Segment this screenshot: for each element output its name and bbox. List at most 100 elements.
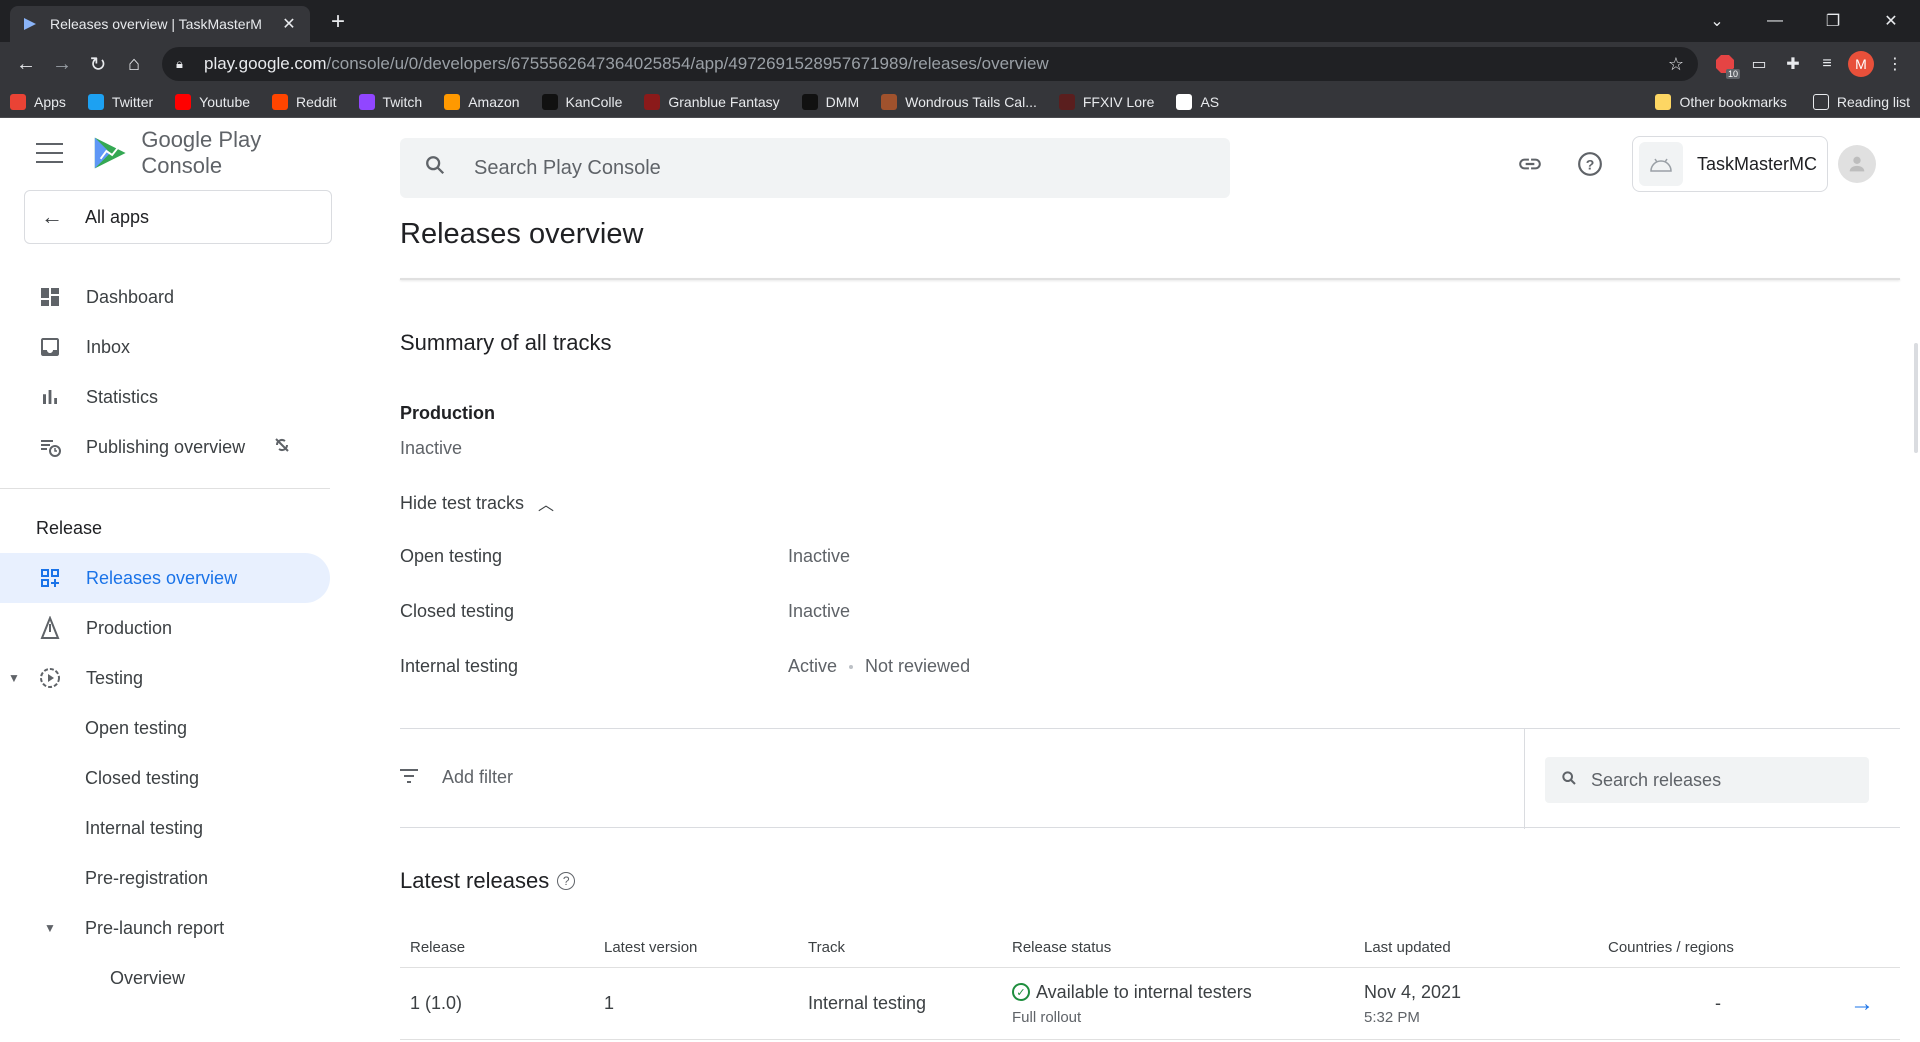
hide-tracks-label: Hide test tracks <box>400 492 525 513</box>
all-apps-button[interactable]: ← All apps <box>24 190 332 244</box>
bookmark-item[interactable]: KanColle <box>541 93 623 110</box>
bookmark-item[interactable]: Amazon <box>444 93 520 110</box>
lock-icon[interactable]: 🔒︎ <box>176 56 190 72</box>
releases-table: Release Latest version Track Release sta… <box>400 928 1900 1040</box>
app-switcher[interactable]: TaskMasterMC <box>1631 136 1828 192</box>
cc-extension-icon[interactable]: ▭ <box>1742 47 1776 81</box>
minimize-button[interactable]: — <box>1746 0 1804 42</box>
amazon-icon <box>444 93 461 110</box>
column-header[interactable]: Last updated <box>1364 939 1608 956</box>
nav-publishing-overview[interactable]: Publishing overview <box>0 422 340 472</box>
play-console-favicon <box>24 18 36 30</box>
puzzle-extensions-icon[interactable]: ✚ <box>1776 47 1810 81</box>
nav-pre-launch-report[interactable]: ▼ Pre-launch report <box>0 903 340 953</box>
apps-grid-icon <box>10 93 26 110</box>
add-filter-label: Add filter <box>442 767 514 787</box>
nav-open-testing[interactable]: Open testing <box>0 703 340 753</box>
column-header[interactable]: Countries / regions <box>1608 939 1828 956</box>
release-status: Available to internal testers <box>1036 981 1252 1002</box>
hide-test-tracks-toggle[interactable]: Hide test tracks ︿ <box>400 491 554 515</box>
bookmark-item[interactable]: Wondrous Tails Cal... <box>881 93 1037 110</box>
nav-label: Statistics <box>86 386 159 407</box>
last-updated-cell: Nov 4, 2021 5:32 PM <box>1364 982 1608 1026</box>
nav-label: Releases overview <box>86 567 238 588</box>
user-avatar[interactable] <box>1838 145 1876 183</box>
search-releases-placeholder: Search releases <box>1591 769 1722 790</box>
search-releases-input[interactable]: Search releases <box>1545 757 1869 803</box>
forward-button[interactable]: → <box>44 46 80 82</box>
nav-overview[interactable]: Overview <box>0 953 340 1003</box>
bookmark-label: Youtube <box>199 93 251 110</box>
close-window-button[interactable]: ✕ <box>1862 0 1920 42</box>
bookmark-item[interactable]: Granblue Fantasy <box>644 93 780 110</box>
expand-caret-icon[interactable]: ▼ <box>44 921 56 935</box>
bookmark-label: Granblue Fantasy <box>668 93 780 110</box>
filter-separator <box>1524 729 1525 829</box>
bar-chart-icon <box>36 383 64 411</box>
home-button[interactable]: ⌂ <box>116 46 152 82</box>
testing-icon <box>36 664 64 692</box>
as-icon <box>1176 93 1193 110</box>
search-play-console[interactable]: Search Play Console <box>400 138 1230 198</box>
nav-pre-registration[interactable]: Pre-registration <box>0 853 340 903</box>
column-header[interactable]: Release status <box>1012 939 1364 956</box>
nav-inbox[interactable]: Inbox <box>0 322 340 372</box>
help-icon[interactable]: ? <box>1574 148 1606 180</box>
twitch-icon <box>358 93 375 110</box>
bookmark-label: KanColle <box>565 93 623 110</box>
nav-dashboard[interactable]: Dashboard <box>0 272 340 322</box>
sync-off-icon[interactable] <box>272 435 292 460</box>
add-filter-button[interactable]: Add filter <box>400 767 513 788</box>
production-label: Production <box>400 403 495 423</box>
nav-testing[interactable]: ▼ Testing <box>0 653 340 703</box>
browser-menu-icon[interactable]: ⋮ <box>1878 47 1912 81</box>
nav-internal-testing[interactable]: Internal testing <box>0 803 340 853</box>
bookmark-item[interactable]: FFXIV Lore <box>1058 93 1154 110</box>
expand-caret-icon[interactable]: ▼ <box>8 671 20 685</box>
column-header[interactable]: Latest version <box>604 939 808 956</box>
bookmark-item[interactable]: Apps <box>10 93 66 110</box>
search-placeholder: Search Play Console <box>474 156 661 179</box>
column-header[interactable]: Track <box>808 939 1012 956</box>
page-scrollbar[interactable] <box>1914 223 1920 453</box>
abp-extension-icon[interactable]: 10 <box>1708 47 1742 81</box>
bookmark-item[interactable]: Twitch <box>358 93 422 110</box>
column-header[interactable]: Release <box>400 939 604 956</box>
scrollbar-thumb[interactable] <box>1914 343 1918 453</box>
release-section-title: Release <box>36 517 103 538</box>
bookmark-item[interactable]: DMM <box>801 93 859 110</box>
table-row[interactable]: 1 (1.0) 1 Internal testing ✓ Available t… <box>400 968 1900 1040</box>
track-name: Closed testing <box>400 601 515 621</box>
new-tab-button[interactable]: + <box>324 8 352 36</box>
bookmark-star-icon[interactable]: ☆ <box>1668 54 1684 75</box>
release-status-cell: ✓ Available to internal testers Full rol… <box>1012 982 1364 1026</box>
other-bookmarks[interactable]: Other bookmarks <box>1655 93 1787 110</box>
bookmark-item[interactable]: Youtube <box>175 93 251 110</box>
link-icon[interactable] <box>1514 148 1546 180</box>
bookmark-item[interactable]: Reddit <box>272 93 337 110</box>
nav-label: Dashboard <box>86 286 175 307</box>
summary-title: Summary of all tracks <box>400 330 612 355</box>
media-queue-icon[interactable]: ≡ <box>1810 47 1844 81</box>
reload-button[interactable]: ↻ <box>80 46 116 82</box>
nav-releases-overview[interactable]: Releases overview <box>0 553 330 603</box>
reading-list[interactable]: Reading list <box>1812 93 1910 110</box>
nav-closed-testing[interactable]: Closed testing <box>0 753 340 803</box>
arrow-forward-icon[interactable]: → <box>1850 990 1874 1018</box>
nav-production[interactable]: Production <box>0 603 340 653</box>
profile-button[interactable]: M <box>1844 47 1878 81</box>
restore-button[interactable]: ❐ <box>1804 0 1862 42</box>
menu-icon[interactable] <box>36 143 63 163</box>
nav-label: Pre-registration <box>85 867 209 888</box>
header-actions: ? TaskMasterMC <box>1486 136 1876 192</box>
bookmark-item[interactable]: Twitter <box>87 93 153 110</box>
bookmark-item[interactable]: AS <box>1176 93 1219 110</box>
tab-search-icon[interactable]: ⌄ <box>1688 0 1746 42</box>
nav-statistics[interactable]: Statistics <box>0 372 340 422</box>
url-host: play.google.com <box>204 54 327 73</box>
back-button[interactable]: ← <box>8 46 44 82</box>
browser-tab[interactable]: Releases overview | TaskMasterM ✕ <box>10 6 310 42</box>
close-tab-icon[interactable]: ✕ <box>280 15 298 33</box>
help-circle-icon[interactable]: ? <box>557 872 576 890</box>
address-bar[interactable]: 🔒︎ play.google.com /console/u/0/develope… <box>162 47 1698 81</box>
